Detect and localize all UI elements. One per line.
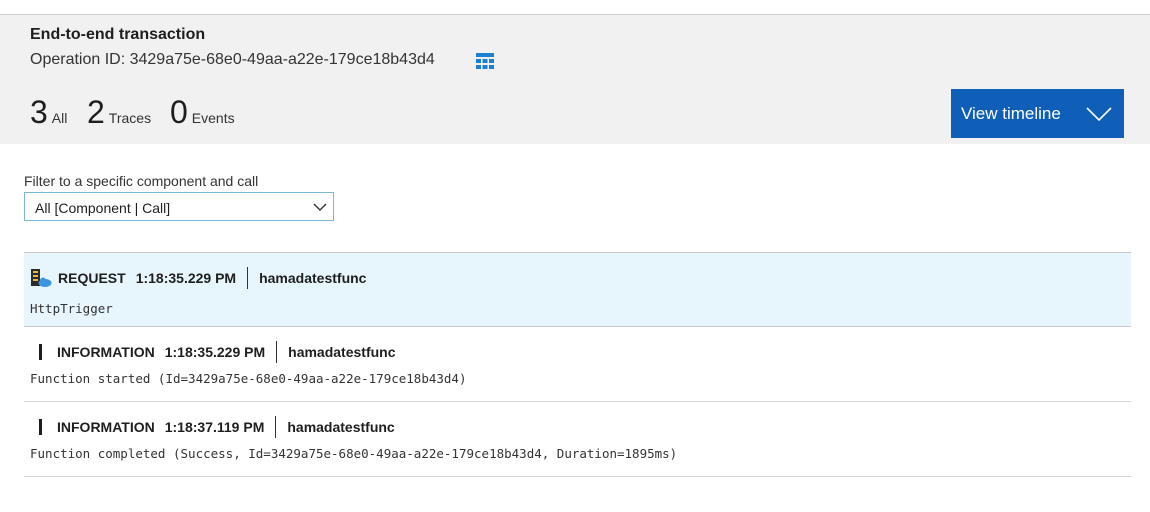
page-title: End-to-end transaction <box>30 26 206 43</box>
row-message: Function completed (Success, Id=3429a75e… <box>30 446 678 461</box>
divider <box>247 267 249 289</box>
summary-counts: 3 All 2 Traces 0 Events View timeline <box>0 80 1150 144</box>
top-edge <box>0 0 1150 14</box>
count-events-label: Events <box>191 110 235 126</box>
view-timeline-label: View timeline <box>961 104 1061 123</box>
count-traces[interactable]: 2 Traces <box>87 94 151 131</box>
count-traces-label: Traces <box>108 110 152 126</box>
list-item[interactable]: INFORMATION 1:18:37.119 PM hamadatestfun… <box>24 402 1131 477</box>
divider <box>275 416 277 438</box>
row-time: 1:18:35.229 PM <box>135 270 237 286</box>
row-time: 1:18:35.229 PM <box>164 344 266 360</box>
transaction-list: REQUEST 1:18:35.229 PM hamadatestfunc Ht… <box>24 252 1131 477</box>
filter-label: Filter to a specific component and call <box>24 173 259 189</box>
row-component: hamadatestfunc <box>259 270 367 286</box>
count-events-number: 0 <box>170 94 188 130</box>
grid-icon[interactable] <box>476 53 494 69</box>
row-component: hamadatestfunc <box>287 419 395 435</box>
count-events[interactable]: 0 Events <box>170 94 235 131</box>
row-type: REQUEST <box>58 270 126 286</box>
count-traces-number: 2 <box>87 94 105 130</box>
chevron-down-icon <box>1086 107 1112 122</box>
filter-selected-value: All [Component | Call] <box>35 200 171 216</box>
divider <box>276 341 278 363</box>
count-all-number: 3 <box>30 94 48 130</box>
row-component: hamadatestfunc <box>288 344 396 360</box>
list-item[interactable]: INFORMATION 1:18:35.229 PM hamadatestfun… <box>24 327 1131 402</box>
row-time: 1:18:37.119 PM <box>164 419 265 435</box>
function-app-icon <box>31 269 52 287</box>
row-message: Function started (Id=3429a75e-68e0-49aa-… <box>30 371 467 386</box>
chevron-down-icon <box>313 203 327 211</box>
count-all-label: All <box>51 110 68 126</box>
list-item[interactable]: REQUEST 1:18:35.229 PM hamadatestfunc Ht… <box>24 252 1131 327</box>
operation-id: Operation ID: 3429a75e-68e0-49aa-a22e-17… <box>30 51 435 68</box>
row-type: INFORMATION <box>57 419 155 435</box>
trace-icon <box>39 344 42 360</box>
trace-icon <box>39 419 42 435</box>
view-timeline-button[interactable]: View timeline <box>951 89 1124 138</box>
count-all[interactable]: 3 All <box>30 94 67 131</box>
component-filter-dropdown[interactable]: All [Component | Call] <box>24 192 334 221</box>
row-type: INFORMATION <box>57 344 155 360</box>
transaction-header: End-to-end transaction Operation ID: 342… <box>0 14 1150 81</box>
row-message: HttpTrigger <box>30 301 113 316</box>
